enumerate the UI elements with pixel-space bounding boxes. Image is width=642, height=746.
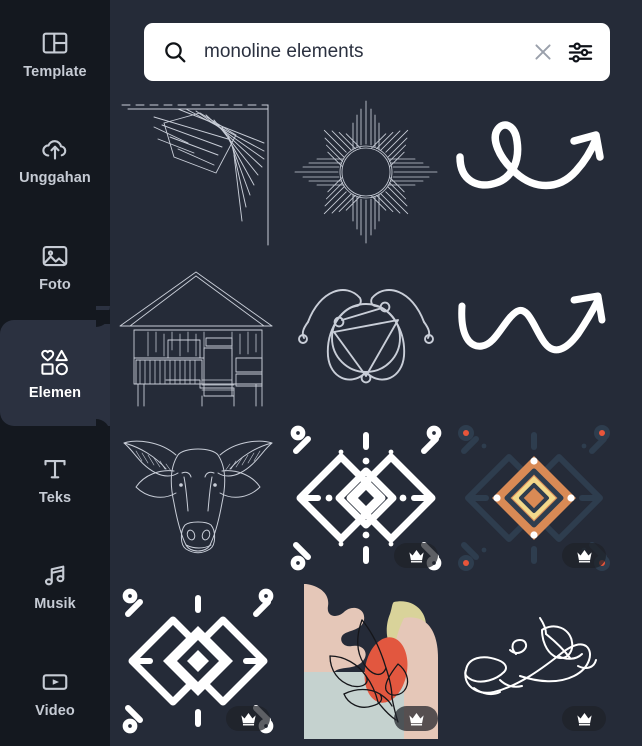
result-item-carabao-bull-head[interactable] xyxy=(118,421,278,576)
crown-icon xyxy=(408,549,424,563)
result-item-philippine-sun-rays[interactable] xyxy=(286,95,446,250)
results-grid xyxy=(110,95,642,739)
template-icon xyxy=(40,28,70,58)
left-sidebar: Template Unggahan Foto Elemen Teks Musik… xyxy=(0,0,110,746)
result-item-loop-arrow-doodle[interactable] xyxy=(454,95,614,250)
premium-crown-badge xyxy=(394,706,438,731)
premium-crown-badge xyxy=(562,543,606,568)
canva-elements-panel: Template Unggahan Foto Elemen Teks Musik… xyxy=(0,0,642,746)
sidebar-item-label: Foto xyxy=(39,276,71,293)
result-item-sunburst-corner-ornament[interactable] xyxy=(118,95,278,250)
search-bar[interactable] xyxy=(144,23,610,81)
search-input[interactable] xyxy=(188,41,531,63)
premium-crown-badge xyxy=(226,706,270,731)
crown-icon xyxy=(576,712,592,726)
text-icon xyxy=(40,454,70,484)
sidebar-item-template[interactable]: Template xyxy=(0,0,110,107)
sidebar-item-musik[interactable]: Musik xyxy=(0,532,110,640)
close-icon[interactable] xyxy=(531,40,555,64)
result-item-geometric-diamond-pattern-white[interactable] xyxy=(286,421,446,576)
premium-crown-badge xyxy=(394,543,438,568)
sidebar-item-label: Musik xyxy=(34,596,76,613)
sidebar-item-label: Elemen xyxy=(28,385,82,402)
crown-icon xyxy=(408,712,424,726)
result-item-abstract-collage-leaves[interactable] xyxy=(286,584,446,739)
sidebar-item-label: Unggahan xyxy=(19,170,91,187)
crown-icon xyxy=(240,712,256,726)
sidebar-item-unggahan[interactable]: Unggahan xyxy=(0,106,110,214)
sidebar-item-video[interactable]: Video xyxy=(0,639,110,746)
result-item-leaf-flourish-swirl[interactable] xyxy=(454,584,614,739)
sidebar-item-label: Teks xyxy=(38,489,72,506)
filter-sliders-icon[interactable] xyxy=(567,39,594,66)
crown-icon xyxy=(576,549,592,563)
video-icon xyxy=(40,667,70,697)
sidebar-item-teks[interactable]: Teks xyxy=(0,426,110,533)
search-icon xyxy=(162,39,188,65)
sidebar-item-label: Template xyxy=(23,63,87,80)
upload-cloud-icon xyxy=(40,134,70,164)
elements-results-panel xyxy=(110,0,642,746)
sidebar-item-foto[interactable]: Foto xyxy=(0,213,110,320)
result-item-geometric-diamond-pattern-white-2[interactable] xyxy=(118,584,278,739)
result-item-abstract-lips-triangle-monoline[interactable] xyxy=(286,258,446,413)
premium-crown-badge xyxy=(562,706,606,731)
music-note-icon xyxy=(40,560,70,590)
sidebar-item-elemen[interactable]: Elemen xyxy=(0,305,110,440)
result-item-bahay-kubo-nipa-hut[interactable] xyxy=(118,258,278,413)
shapes-icon xyxy=(38,345,72,379)
result-item-geometric-diamond-pattern-color[interactable] xyxy=(454,421,614,576)
result-item-wavy-arrow-doodle[interactable] xyxy=(454,258,614,413)
photo-icon xyxy=(40,241,70,271)
sidebar-item-label: Video xyxy=(35,703,75,719)
